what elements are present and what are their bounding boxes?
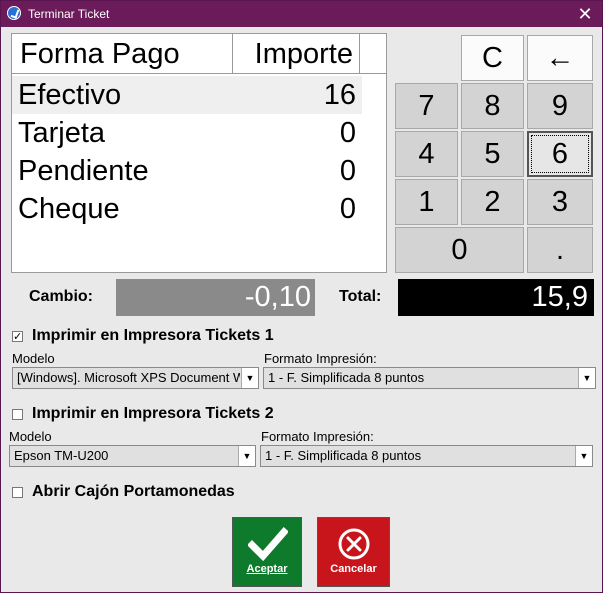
key-9[interactable]: 9 — [527, 83, 593, 129]
key-5[interactable]: 5 — [461, 131, 524, 177]
key-0[interactable]: 0 — [395, 227, 524, 273]
cancel-button[interactable]: Cancelar — [317, 517, 390, 587]
printer2-formato-select[interactable]: 1 - F. Simplificada 8 puntos ▼ — [260, 445, 593, 467]
terminar-ticket-dialog: Terminar Ticket ✕ Forma Pago Importe Efe… — [0, 0, 603, 593]
cancel-button-label: Cancelar — [330, 563, 377, 575]
table-row[interactable]: Efectivo 16 — [12, 76, 362, 114]
payment-table[interactable]: Forma Pago Importe Efectivo 16 Tarjeta 0… — [11, 33, 387, 273]
printer2-formato-label: Formato Impresión: — [261, 429, 374, 444]
payment-method-label: Tarjeta — [18, 117, 106, 149]
printer2-checkbox[interactable] — [12, 409, 23, 420]
printer2-modelo-label: Modelo — [9, 429, 52, 444]
chevron-down-icon[interactable]: ▼ — [238, 446, 255, 466]
cambio-label: Cambio: — [29, 288, 93, 305]
printer1-modelo-value: [Windows]. Microsoft XPS Document Writer — [17, 370, 240, 385]
app-icon — [7, 6, 21, 20]
table-row[interactable]: Cheque 0 — [12, 190, 362, 228]
key-1[interactable]: 1 — [395, 179, 458, 225]
accept-button-label: Aceptar — [246, 563, 288, 575]
printer2-formato-value: 1 - F. Simplificada 8 puntos — [265, 448, 422, 463]
table-header: Forma Pago Importe — [12, 34, 386, 74]
check-icon — [248, 527, 288, 562]
key-2[interactable]: 2 — [461, 179, 524, 225]
key-decimal[interactable]: . — [527, 227, 593, 273]
printer1-formato-value: 1 - F. Simplificada 8 puntos — [268, 370, 425, 385]
window-title: Terminar Ticket — [28, 7, 110, 21]
backspace-key[interactable]: ← — [527, 35, 593, 81]
printer2-modelo-value: Epson TM-U200 — [14, 448, 109, 463]
printer1-label[interactable]: Imprimir en Impresora Tickets 1 — [32, 327, 274, 345]
table-row[interactable]: Pendiente 0 — [12, 152, 362, 190]
cambio-value: -0,10 — [116, 279, 315, 316]
key-7[interactable]: 7 — [395, 83, 458, 129]
payment-amount: 16 — [323, 79, 356, 111]
column-header-forma-pago[interactable]: Forma Pago — [20, 34, 232, 74]
column-header-importe[interactable]: Importe — [232, 34, 360, 74]
cancel-circle-icon — [338, 528, 370, 560]
cajon-label[interactable]: Abrir Cajón Portamonedas — [32, 483, 235, 501]
printer1-modelo-select[interactable]: [Windows]. Microsoft XPS Document Writer… — [12, 367, 259, 389]
payment-method-label: Pendiente — [18, 155, 149, 187]
key-3[interactable]: 3 — [527, 179, 593, 225]
payment-method-label: Cheque — [18, 193, 120, 225]
key-8[interactable]: 8 — [461, 83, 524, 129]
clear-key[interactable]: C — [461, 35, 524, 81]
accept-button[interactable]: Aceptar — [232, 517, 302, 587]
chevron-down-icon[interactable]: ▼ — [241, 368, 258, 388]
printer1-formato-label: Formato Impresión: — [264, 351, 377, 366]
printer1-modelo-label: Modelo — [12, 351, 55, 366]
cajon-checkbox[interactable] — [12, 487, 23, 498]
chevron-down-icon[interactable]: ▼ — [578, 368, 595, 388]
total-value: 15,9 — [398, 279, 594, 316]
printer1-formato-select[interactable]: 1 - F. Simplificada 8 puntos ▼ — [263, 367, 596, 389]
table-row[interactable]: Tarjeta 0 — [12, 114, 362, 152]
printer2-modelo-select[interactable]: Epson TM-U200 ▼ — [9, 445, 256, 467]
key-4[interactable]: 4 — [395, 131, 458, 177]
payment-amount: 0 — [339, 155, 356, 187]
total-label: Total: — [339, 288, 382, 305]
payment-method-label: Efectivo — [18, 79, 122, 111]
chevron-down-icon[interactable]: ▼ — [575, 446, 592, 466]
payment-amount: 0 — [339, 193, 356, 225]
printer1-checkbox[interactable]: ✓ — [12, 331, 23, 343]
printer2-label[interactable]: Imprimir en Impresora Tickets 2 — [32, 405, 274, 423]
key-6[interactable]: 6 — [527, 131, 593, 177]
title-bar: Terminar Ticket ✕ — [1, 1, 602, 27]
payment-amount: 0 — [339, 117, 356, 149]
close-icon[interactable]: ✕ — [574, 3, 596, 25]
